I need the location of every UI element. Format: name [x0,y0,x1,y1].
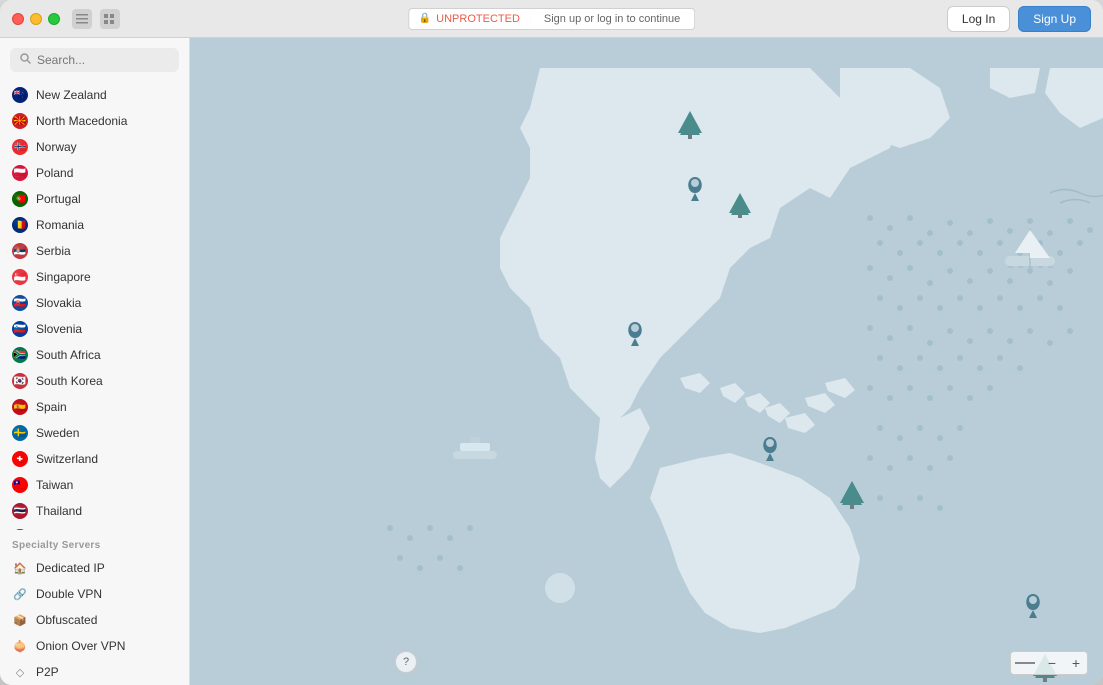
specialty-name: Double VPN [36,587,102,601]
specialty-item[interactable]: 🔗 Double VPN [0,581,189,607]
minimize-button[interactable] [30,13,42,25]
country-item[interactable]: 🇸🇮 Slovenia [0,316,189,342]
specialty-item[interactable]: 🏠 Dedicated IP [0,555,189,581]
main-content: 🇳🇿 New Zealand 🇲🇰 North Macedonia 🇳🇴 Nor… [0,38,1103,685]
country-flag: 🇸🇰 [12,295,28,311]
zoom-out-button[interactable]: − [1041,652,1063,674]
zoom-line [1015,662,1035,664]
country-name: Portugal [36,192,81,206]
country-flag: 🇳🇴 [12,139,28,155]
specialty-name: P2P [36,665,59,679]
titlebar-center: 🔒 UNPROTECTED Sign up or log in to conti… [408,8,696,30]
country-name: Romania [36,218,84,232]
country-name: North Macedonia [36,114,127,128]
sidebar: 🇳🇿 New Zealand 🇲🇰 North Macedonia 🇳🇴 Nor… [0,38,190,685]
country-item[interactable]: 🇳🇿 New Zealand [0,82,189,108]
specialty-item[interactable]: 📦 Obfuscated [0,607,189,633]
country-name: Poland [36,166,73,180]
country-item[interactable]: 🇷🇴 Romania [0,212,189,238]
country-flag: 🇪🇸 [12,399,28,415]
country-flag: 🇷🇸 [12,243,28,259]
country-item[interactable]: 🇳🇴 Norway [0,134,189,160]
signup-button[interactable]: Sign Up [1018,6,1091,32]
country-item[interactable]: 🇹🇭 Thailand [0,498,189,524]
map-area: ? − + [190,38,1103,685]
country-item[interactable]: 🇷🇸 Serbia [0,238,189,264]
search-input[interactable] [37,53,169,67]
specialty-list: 🏠 Dedicated IP 🔗 Double VPN 📦 Obfuscated… [0,555,189,685]
login-button[interactable]: Log In [947,6,1010,32]
country-flag: 🇵🇱 [12,165,28,181]
unprotected-label: UNPROTECTED [436,13,520,25]
sidebar-toggle-button[interactable] [72,9,92,29]
map-svg [190,38,1103,685]
specialty-icon: 📦 [12,612,28,628]
country-flag: 🇨🇭 [12,451,28,467]
lock-icon: 🔒 [419,13,431,24]
country-name: Thailand [36,504,82,518]
unprotected-badge: 🔒 UNPROTECTED [408,8,530,30]
zoom-in-button[interactable]: + [1065,652,1087,674]
specialty-icon: 🧅 [12,638,28,654]
country-flag: 🇹🇼 [12,477,28,493]
country-flag: 🇸🇮 [12,321,28,337]
specialty-item[interactable]: 🧅 Onion Over VPN [0,633,189,659]
country-item[interactable]: 🇹🇼 Taiwan [0,472,189,498]
specialty-name: Onion Over VPN [36,639,125,653]
country-item[interactable]: 🇵🇱 Poland [0,160,189,186]
country-name: Norway [36,140,77,154]
country-item[interactable]: 🇿🇦 South Africa [0,342,189,368]
app-window: 🔒 UNPROTECTED Sign up or log in to conti… [0,0,1103,685]
search-box[interactable] [10,48,179,72]
country-flag: 🇲🇰 [12,113,28,129]
specialty-icon: 🔗 [12,586,28,602]
status-text: Sign up or log in to continue [530,8,695,30]
country-flag: 🇹🇭 [12,503,28,519]
specialty-icon: 🏠 [12,560,28,576]
country-name: Singapore [36,270,91,284]
specialty-name: Dedicated IP [36,561,105,575]
country-name: Switzerland [36,452,98,466]
help-icon: ? [403,656,409,668]
specialty-header: Specialty Servers [0,530,189,555]
country-name: South Korea [36,374,103,388]
close-button[interactable] [12,13,24,25]
country-name: Taiwan [36,478,73,492]
country-flag: 🇵🇹 [12,191,28,207]
country-item[interactable]: 🇲🇰 North Macedonia [0,108,189,134]
list-view-button[interactable] [100,9,120,29]
country-item[interactable]: 🇸🇰 Slovakia [0,290,189,316]
country-name: South Africa [36,348,101,362]
country-flag: 🇷🇴 [12,217,28,233]
specialty-name: Obfuscated [36,613,97,627]
view-controls [72,9,120,29]
country-item[interactable]: 🇰🇷 South Korea [0,368,189,394]
country-flag: 🇰🇷 [12,373,28,389]
help-button[interactable]: ? [395,651,417,673]
country-name: Slovakia [36,296,81,310]
specialty-item[interactable]: ◇ P2P [0,659,189,685]
country-flag: 🇸🇬 [12,269,28,285]
country-item[interactable]: 🇸🇪 Sweden [0,420,189,446]
maximize-button[interactable] [48,13,60,25]
country-flag: 🇳🇿 [12,87,28,103]
specialty-icon: ◇ [12,664,28,680]
country-item[interactable]: 🇨🇭 Switzerland [0,446,189,472]
country-name: Slovenia [36,322,82,336]
country-name: Sweden [36,426,79,440]
country-item[interactable]: 🇵🇹 Portugal [0,186,189,212]
country-list: 🇳🇿 New Zealand 🇲🇰 North Macedonia 🇳🇴 Nor… [0,80,189,530]
country-name: New Zealand [36,88,107,102]
country-name: Serbia [36,244,71,258]
search-icon [20,53,31,67]
titlebar-right: Log In Sign Up [947,6,1091,32]
zoom-controls: − + [1010,651,1088,675]
country-flag: 🇿🇦 [12,347,28,363]
country-name: Spain [36,400,67,414]
titlebar: 🔒 UNPROTECTED Sign up or log in to conti… [0,0,1103,38]
country-item[interactable]: 🇸🇬 Singapore [0,264,189,290]
country-flag: 🇸🇪 [12,425,28,441]
traffic-lights [12,13,60,25]
country-item[interactable]: 🇪🇸 Spain [0,394,189,420]
